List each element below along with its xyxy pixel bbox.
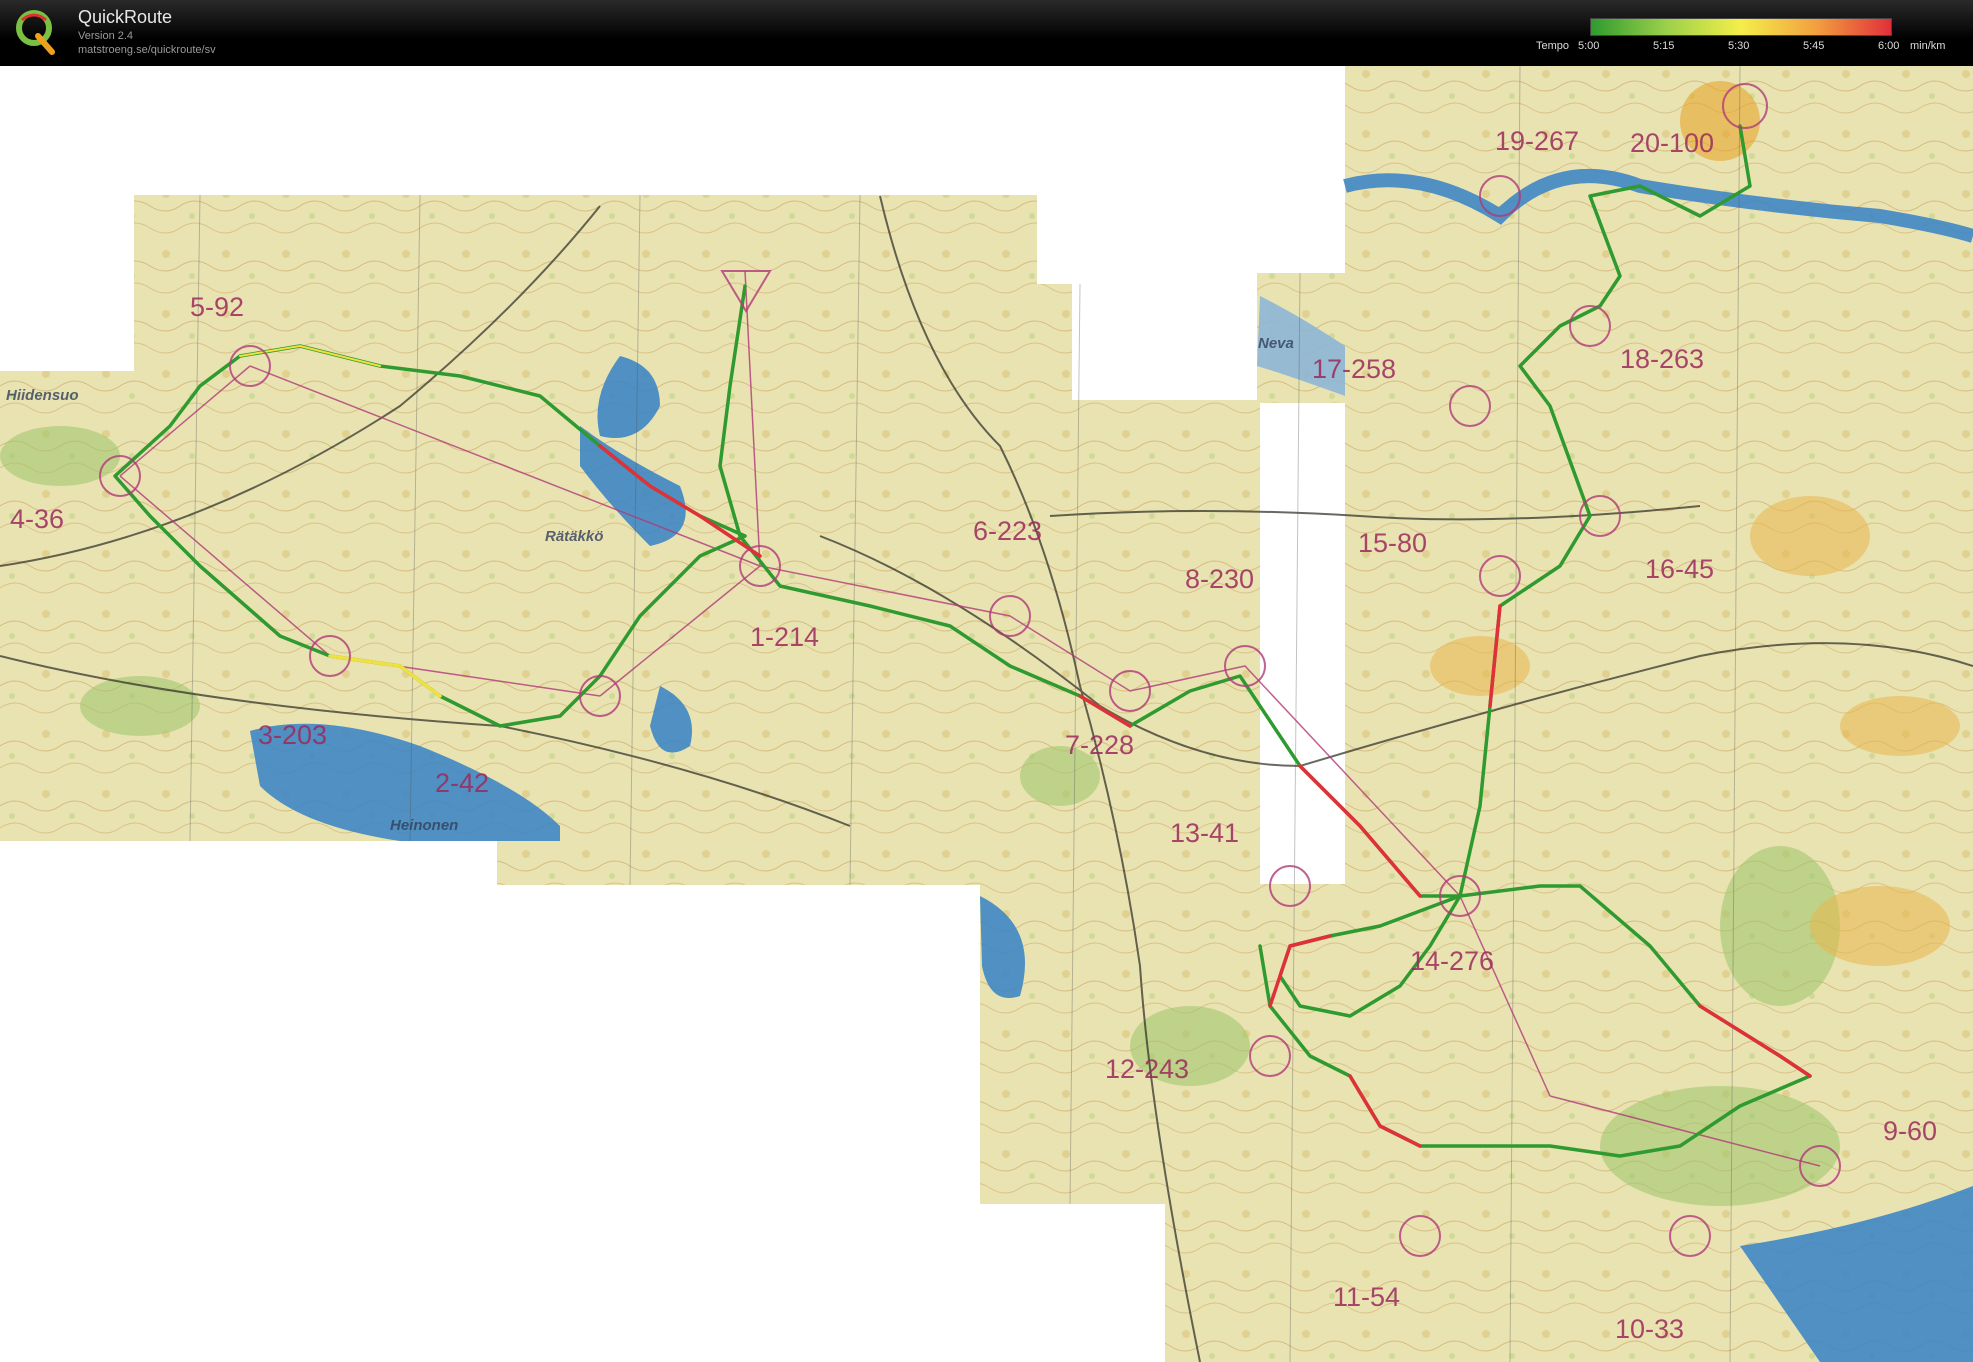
control-label: 16-45	[1645, 554, 1714, 584]
legend-tick: 6:00	[1878, 40, 1900, 52]
control-label: 14-276	[1410, 946, 1494, 976]
control-label: 17-258	[1312, 354, 1396, 384]
legend-tick: 5:30	[1728, 40, 1750, 52]
control-label: 3-203	[258, 720, 327, 750]
control-label: 9-60	[1883, 1116, 1937, 1146]
control-label: 13-41	[1170, 818, 1239, 848]
app-url[interactable]: matstroeng.se/quickroute/sv	[78, 44, 216, 56]
control-label: 5-92	[190, 292, 244, 322]
control-label: 1-214	[750, 622, 819, 652]
quickroute-logo-icon	[16, 10, 55, 55]
control-label: 6-223	[973, 516, 1042, 546]
orienteering-map[interactable]: Hiidensuo Rätäkkö Heinonen Neva 1-214 2-…	[0, 66, 1973, 1362]
place-name: Heinonen	[390, 817, 458, 834]
place-name: Rätäkkö	[545, 528, 603, 545]
pace-legend: Tempo 5:00 5:15 5:30 5:45 6:00 min/km	[1530, 18, 1970, 58]
place-name: Neva	[1258, 335, 1294, 352]
pace-gradient-bar	[1590, 18, 1892, 36]
control-label: 20-100	[1630, 128, 1714, 158]
control-label: 10-33	[1615, 1314, 1684, 1344]
legend-tick: 5:45	[1803, 40, 1825, 52]
place-name: Hiidensuo	[6, 387, 79, 404]
control-label: 18-263	[1620, 344, 1704, 374]
legend-tick: 5:00	[1578, 40, 1600, 52]
control-label: 11-54	[1333, 1282, 1400, 1312]
control-label: 8-230	[1185, 564, 1254, 594]
legend-unit: min/km	[1910, 40, 1946, 52]
app-version: Version 2.4	[78, 30, 134, 42]
control-label: 4-36	[10, 504, 64, 534]
control-label: 19-267	[1495, 126, 1579, 156]
map-tile	[497, 376, 982, 885]
control-label: 15-80	[1358, 528, 1427, 558]
control-label: 7-228	[1065, 730, 1134, 760]
app-title: QuickRoute	[78, 7, 173, 27]
legend-tick: 5:15	[1653, 40, 1675, 52]
legend-title: Tempo	[1536, 40, 1570, 52]
control-label: 12-243	[1105, 1054, 1189, 1084]
app-header: QuickRoute Version 2.4 matstroeng.se/qui…	[0, 0, 1973, 66]
control-label: 2-42	[435, 768, 489, 798]
